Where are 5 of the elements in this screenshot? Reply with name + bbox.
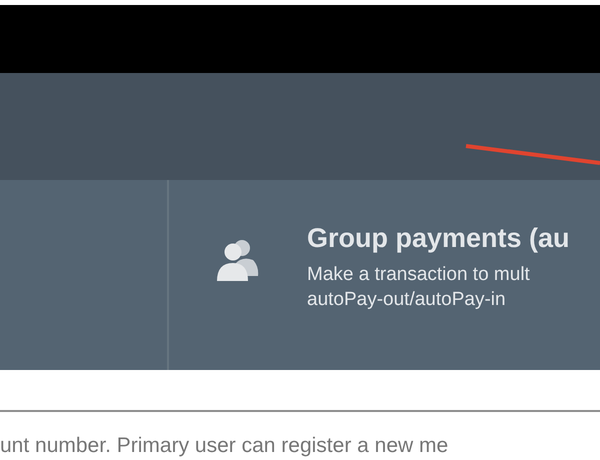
users-icon (215, 238, 259, 282)
card-description: Make a transaction to mult (307, 263, 531, 287)
card-title: Group payments (au (307, 222, 570, 255)
body-text: unt number. Primary user can register a new me (0, 433, 450, 459)
card-description-line: autoPay-out/autoPay-in (307, 288, 507, 312)
